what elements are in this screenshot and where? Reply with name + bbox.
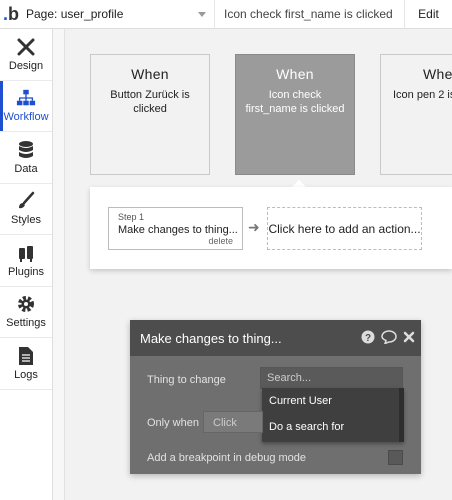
breakpoint-label: Add a breakpoint in debug mode xyxy=(147,452,307,464)
breakpoint-checkbox[interactable] xyxy=(388,450,403,465)
chevron-down-icon xyxy=(198,11,206,17)
editor-title: Make changes to thing... xyxy=(140,330,282,346)
event-when: When xyxy=(276,66,314,82)
step-title: Make changes to thing... xyxy=(118,224,238,236)
event-card[interactable]: When Icon pen 2 is xyxy=(380,54,452,175)
event-when: When xyxy=(423,66,452,82)
event-selector[interactable]: Icon check first_name is clicked xyxy=(215,0,405,29)
event-description: Icon pen 2 is xyxy=(393,89,452,101)
sidebar-item-label: Logs xyxy=(14,368,38,381)
edit-button[interactable]: Edit xyxy=(405,0,452,29)
page-selector[interactable]: Page: user_profile xyxy=(22,0,215,29)
step-card[interactable]: Step 1 Make changes to thing... delete xyxy=(108,207,243,250)
dropdown-option-do-search[interactable]: Do a search for xyxy=(262,414,404,440)
close-icon[interactable] xyxy=(403,331,415,346)
canvas-gutter xyxy=(53,29,65,500)
sidebar-item-logs[interactable]: Logs xyxy=(0,338,52,390)
thing-search-input[interactable]: Search... xyxy=(260,367,403,389)
only-when-label: Only when xyxy=(147,417,199,429)
event-description: Icon check first_name is clicked xyxy=(245,89,345,115)
help-icon[interactable]: ? xyxy=(361,330,375,347)
property-editor: Make changes to thing... ? Thing to chan… xyxy=(130,320,421,474)
plug-icon xyxy=(16,243,36,263)
sidebar-item-label: Settings xyxy=(6,317,46,330)
sidebar-item-plugins[interactable]: Plugins xyxy=(0,235,52,287)
design-icon xyxy=(16,37,36,57)
event-card[interactable]: When Button Zurück is clicked xyxy=(90,54,210,175)
sidebar-item-label: Styles xyxy=(11,214,41,227)
sidebar-item-design[interactable]: Design xyxy=(0,29,52,81)
gear-icon xyxy=(16,294,36,314)
sidebar-item-data[interactable]: Data xyxy=(0,132,52,184)
brush-icon xyxy=(16,191,36,211)
event-card-selected[interactable]: When Icon check first_name is clicked xyxy=(235,54,355,175)
sidebar-item-settings[interactable]: Settings xyxy=(0,287,52,338)
sidebar: Design Workflow Data Styles Plugins Sett… xyxy=(0,29,53,500)
event-when: When xyxy=(131,66,169,82)
workflow-icon xyxy=(16,88,36,108)
event-description: Button Zurück is clicked xyxy=(110,89,190,115)
sidebar-item-label: Workflow xyxy=(3,111,49,124)
dropdown-option-current-user[interactable]: Current User xyxy=(262,388,404,414)
action-panel: Step 1 Make changes to thing... delete ➜… xyxy=(90,187,452,269)
event-selector-label: Icon check first_name is clicked xyxy=(224,7,393,21)
thing-dropdown: Current User Do a search for xyxy=(262,388,404,442)
page-selector-label: Page: user_profile xyxy=(26,7,124,21)
add-action-button[interactable]: Click here to add an action... xyxy=(267,207,422,250)
sidebar-item-label: Design xyxy=(8,59,44,72)
sidebar-item-styles[interactable]: Styles xyxy=(0,184,52,235)
dropdown-scrollbar[interactable] xyxy=(399,388,404,442)
arrow-right-icon: ➜ xyxy=(248,219,260,235)
svg-text:?: ? xyxy=(365,333,371,344)
data-icon xyxy=(16,140,36,160)
top-bar: .b Page: user_profile Icon check first_n… xyxy=(0,0,452,29)
editor-header: Make changes to thing... ? xyxy=(130,320,421,356)
document-icon xyxy=(16,346,36,366)
delete-step-link[interactable]: delete xyxy=(208,236,233,246)
thing-to-change-label: Thing to change xyxy=(147,374,226,386)
sidebar-item-workflow[interactable]: Workflow xyxy=(0,80,52,132)
sidebar-item-label: Data xyxy=(14,162,38,175)
step-number: Step 1 xyxy=(118,212,145,222)
sidebar-item-label: Plugins xyxy=(7,265,45,278)
only-when-input[interactable]: Click xyxy=(203,411,263,433)
bubble-logo[interactable]: .b xyxy=(0,0,22,29)
comment-icon[interactable] xyxy=(381,330,397,347)
